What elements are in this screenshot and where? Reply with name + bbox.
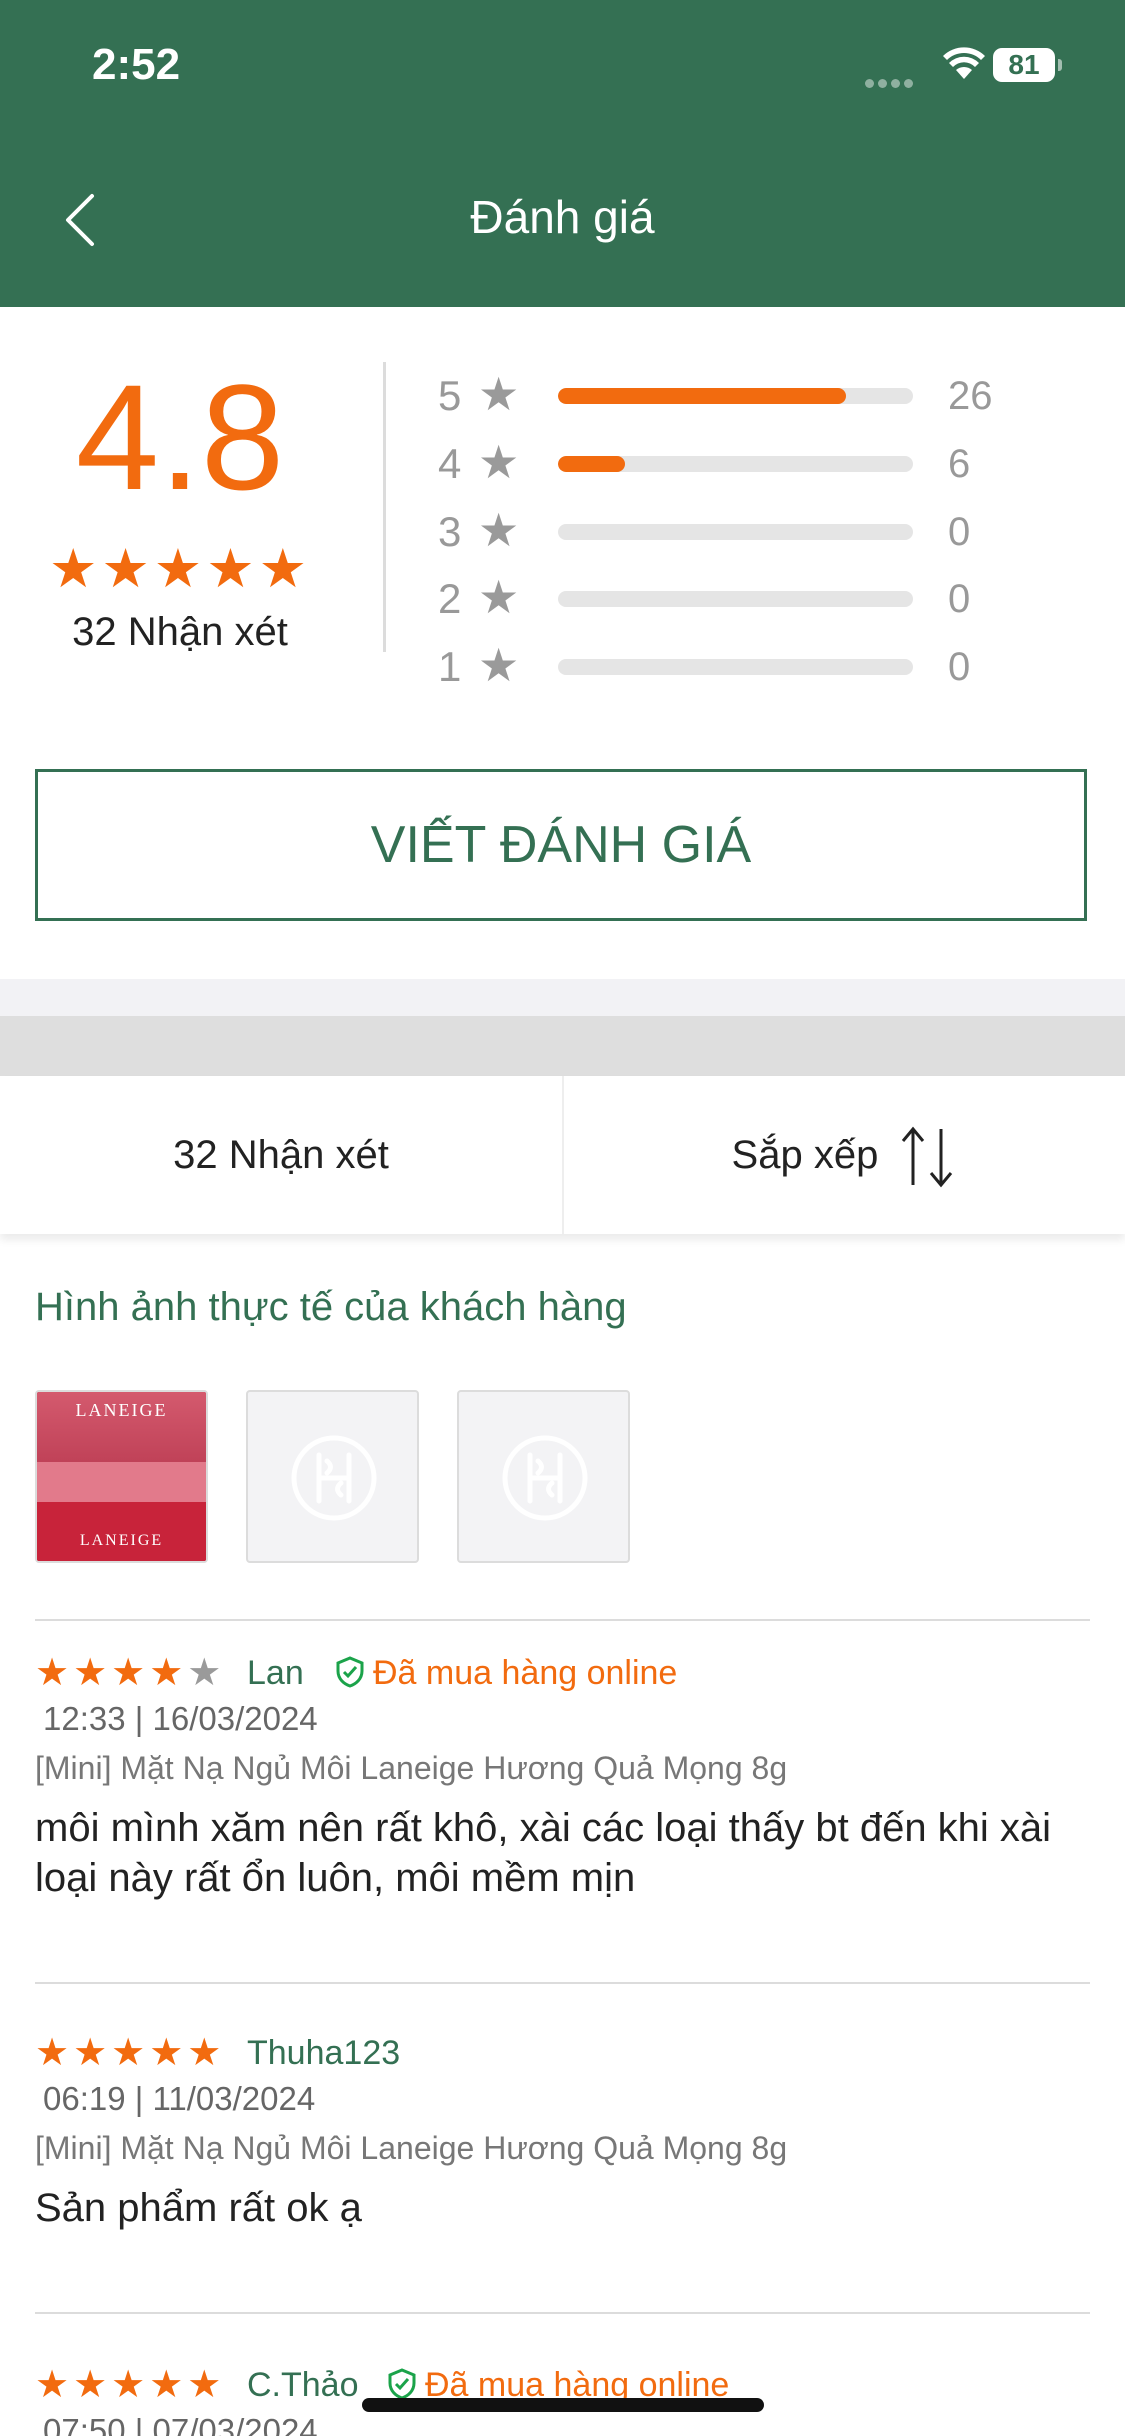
review-text: môi mình xăm nên rất khô, xài các loại t… xyxy=(35,1806,1052,1900)
distribution-count: 0 xyxy=(948,645,971,689)
sort-button[interactable]: Sắp xếp xyxy=(564,1076,1125,1234)
distribution-count: 0 xyxy=(948,510,971,554)
distribution-bar xyxy=(558,456,913,472)
distribution-row-1: 1 ★ 0 xyxy=(438,639,1038,692)
write-review-button[interactable]: VIẾT ĐÁNH GIÁ xyxy=(35,769,1087,921)
review-divider xyxy=(35,1982,1090,1984)
review-date: 12:33 | 16/03/2024 xyxy=(43,1700,318,1737)
sort-arrows-icon xyxy=(902,1127,953,1188)
distribution-bar xyxy=(558,524,913,540)
reviewer-name: Lan xyxy=(247,1654,304,1692)
verified-badge: Đã mua hàng online xyxy=(335,1648,677,1698)
distribution-count: 26 xyxy=(948,374,993,418)
average-stars-icon: ★★★★★ xyxy=(48,539,312,599)
review-date: 07:50 | 07/03/2024 xyxy=(43,2412,318,2436)
review-divider xyxy=(35,1619,1090,1621)
stars-off: ★ xyxy=(187,1652,226,1694)
section-spacer xyxy=(0,979,1125,1016)
distribution-bar xyxy=(558,659,913,675)
status-icons: 81 xyxy=(865,45,1085,95)
review-stars-icon: ★★★★★ xyxy=(35,2360,225,2410)
stars-on: ★★★★★ xyxy=(35,2364,226,2406)
review-item: ★★★★★ Thuha123 06:19 | 11/03/2024 [Mini]… xyxy=(35,2028,1090,2268)
reviewer-name: C.Thảo xyxy=(247,2366,359,2404)
customer-photos-title: Hình ảnh thực tế của khách hàng xyxy=(35,1285,627,1329)
total-review-count: 32 Nhận xét xyxy=(72,610,288,654)
distribution-bar-fill xyxy=(558,388,846,404)
star-icon: ★ xyxy=(478,639,520,691)
shield-check-icon xyxy=(388,2368,416,2400)
placeholder-logo-icon xyxy=(502,1435,588,1521)
review-date: 06:19 | 11/03/2024 xyxy=(43,2080,316,2117)
cellular-signal-icon xyxy=(865,75,917,93)
stars-on: ★★★★★ xyxy=(35,2032,226,2074)
app-header: 2:52 81 Đánh giá xyxy=(0,0,1125,307)
photo-placeholder[interactable] xyxy=(246,1390,419,1563)
star-icon: ★ xyxy=(478,436,520,488)
average-rating: 4.8 xyxy=(75,353,285,521)
distribution-row-5: 5 ★ 26 xyxy=(438,368,1038,421)
summary-divider xyxy=(383,362,386,652)
page-title: Đánh giá xyxy=(470,191,655,243)
distribution-count: 0 xyxy=(948,577,971,621)
battery-icon: 81 xyxy=(993,48,1062,82)
distribution-stars: 1 xyxy=(438,643,462,690)
distribution-row-3: 3 ★ 0 xyxy=(438,504,1038,557)
distribution-bar xyxy=(558,591,913,607)
distribution-stars: 3 xyxy=(438,508,462,555)
home-indicator xyxy=(362,2398,764,2412)
photo-brand-text-bottom: LANEIGE xyxy=(79,1532,164,1549)
customer-photo[interactable]: LANEIGE LANEIGE xyxy=(35,1390,208,1563)
distribution-count: 6 xyxy=(948,442,971,486)
review-product: [Mini] Mặt Nạ Ngủ Môi Laneige Hương Quả … xyxy=(35,2130,788,2166)
placeholder-logo-icon xyxy=(291,1435,377,1521)
wifi-icon xyxy=(943,47,985,79)
shield-check-icon xyxy=(336,1656,364,1688)
review-product: [Mini] Mặt Nạ Ngủ Môi Laneige Hương Quả … xyxy=(35,1750,788,1786)
stars-on: ★★★★ xyxy=(35,1652,188,1694)
distribution-row-4: 4 ★ 6 xyxy=(438,436,1038,489)
section-spacer-dark xyxy=(0,1016,1125,1076)
review-stars-icon: ★★★★★ xyxy=(35,2028,225,2078)
distribution-stars: 2 xyxy=(438,575,462,622)
distribution-stars: 4 xyxy=(438,440,462,487)
photo-brand-text: LANEIGE xyxy=(75,1400,168,1420)
distribution-bar xyxy=(558,388,913,404)
verified-badge-label: Đã mua hàng online xyxy=(373,1654,678,1692)
star-icon: ★ xyxy=(478,504,520,556)
review-divider xyxy=(35,2312,1090,2314)
review-count-tab[interactable]: 32 Nhận xét xyxy=(0,1076,562,1234)
review-stars-icon: ★★★★★ xyxy=(35,1648,225,1698)
photo-placeholder[interactable] xyxy=(457,1390,630,1563)
review-item: ★★★★★ Lan Đã mua hàng online 12:33 | 16/… xyxy=(35,1648,1090,1948)
photo-jar-band xyxy=(37,1462,206,1502)
star-icon: ★ xyxy=(478,368,520,420)
distribution-bar-fill xyxy=(558,456,626,472)
sort-label: Sắp xếp xyxy=(731,1133,879,1177)
distribution-stars: 5 xyxy=(438,372,462,419)
review-text: Sản phẩm rất ok ạ xyxy=(35,2186,362,2230)
review-toolbar: 32 Nhận xét Sắp xếp xyxy=(0,1076,1125,1234)
star-icon: ★ xyxy=(478,571,520,623)
reviewer-name: Thuha123 xyxy=(247,2034,401,2072)
status-time: 2:52 xyxy=(92,40,181,89)
distribution-row-2: 2 ★ 0 xyxy=(438,571,1038,624)
